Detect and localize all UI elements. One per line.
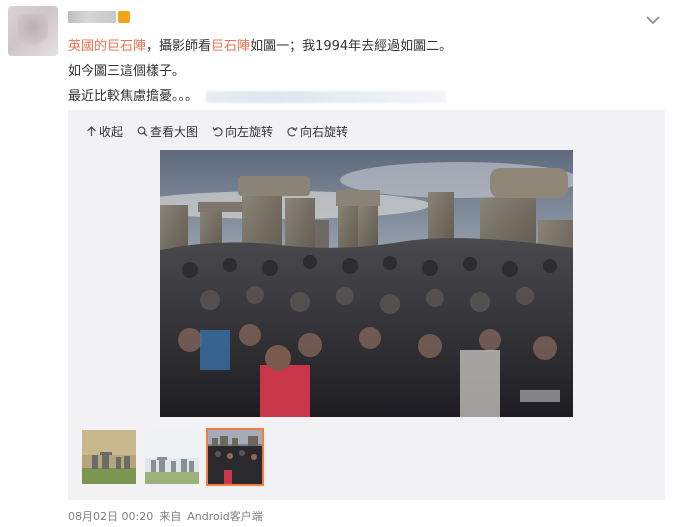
- magnifier-icon: [137, 126, 148, 137]
- post-line-1: 英國的巨石陣，攝影師看巨石陣如圖一；我1994年去經過如圖二。: [68, 34, 452, 59]
- timestamp-link[interactable]: 08月02日 00:20: [68, 510, 153, 523]
- main-photo-stonehenge-crowd[interactable]: [160, 150, 573, 417]
- view-large-button[interactable]: 查看大图: [137, 123, 198, 140]
- topic-link[interactable]: 巨石陣: [107, 39, 146, 54]
- thumbnail-2[interactable]: [143, 428, 201, 486]
- text-segment: ，攝影師看: [146, 39, 212, 54]
- username-redacted[interactable]: [68, 10, 130, 24]
- view-large-label: 查看大图: [150, 125, 199, 139]
- thumbnail-3-selected[interactable]: [206, 428, 264, 486]
- username-blur: [68, 11, 116, 23]
- redacted-text: [206, 90, 447, 103]
- rotate-right-label: 向右旋转: [300, 125, 349, 139]
- post-line-3: 最近比較焦慮擔憂。。。: [68, 84, 452, 109]
- rotate-right-button[interactable]: 向右旋转: [287, 123, 348, 140]
- source-prefix: 来自: [159, 510, 182, 523]
- text-segment: 最近比較焦慮擔憂。。。: [68, 89, 199, 104]
- media-panel: 收起 查看大图 向左旋转 向右旋转: [68, 110, 665, 500]
- collapse-icon: [87, 126, 96, 136]
- member-badge-icon: [118, 11, 130, 23]
- text-segment[interactable]: 英國的: [68, 39, 107, 54]
- post-line-2: 如今圖三這個樣子。: [68, 64, 186, 79]
- post-meta: 08月02日 00:20 来自 Android客户端: [68, 508, 269, 524]
- thumbnail-1[interactable]: [80, 428, 138, 486]
- weibo-post-card: 英國的巨石陣，攝影師看巨石陣如圖一；我1994年去經過如圖二。 如今圖三這個樣子…: [0, 0, 677, 527]
- post-text: 英國的巨石陣，攝影師看巨石陣如圖一；我1994年去經過如圖二。 如今圖三這個樣子…: [68, 34, 452, 109]
- text-segment: 如圖一；我1994年去經過如圖二。: [250, 39, 453, 54]
- rotate-left-icon: [212, 127, 223, 137]
- collapse-button[interactable]: 收起: [86, 123, 123, 140]
- avatar[interactable]: [8, 6, 58, 56]
- image-toolbar: 收起 查看大图 向左旋转 向右旋转: [86, 123, 348, 140]
- rotate-left-label: 向左旋转: [225, 125, 274, 139]
- source-client-link[interactable]: Android客户端: [187, 510, 263, 523]
- rotate-right-icon: [287, 127, 298, 137]
- rotate-left-button[interactable]: 向左旋转: [212, 123, 273, 140]
- topic-link[interactable]: 巨石陣: [211, 39, 250, 54]
- chevron-down-icon[interactable]: [645, 12, 661, 28]
- thumbnail-strip: [80, 428, 264, 486]
- collapse-label: 收起: [99, 125, 124, 139]
